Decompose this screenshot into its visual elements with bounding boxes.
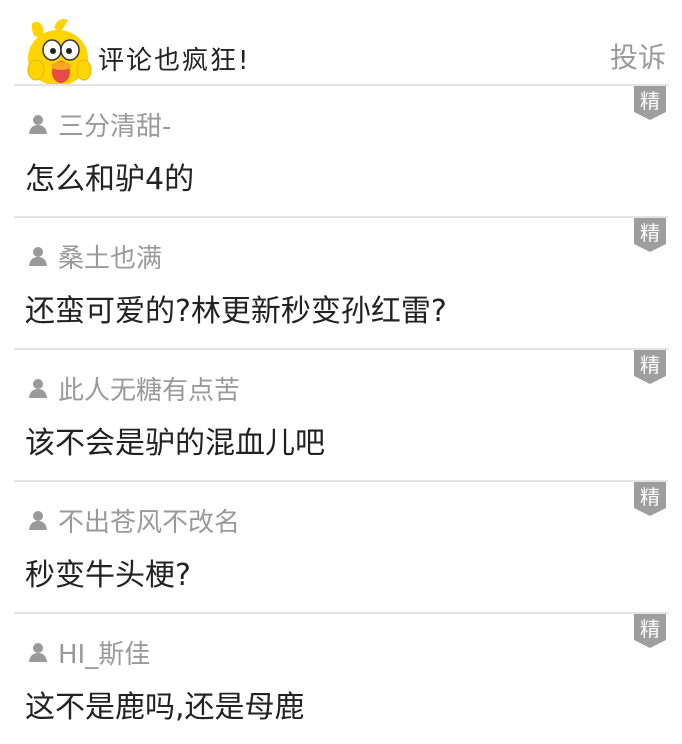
list-item: 精 此人无糖有点苦 该不会是驴的混血儿吧 xyxy=(14,348,668,480)
user-icon xyxy=(29,643,47,662)
svg-text:精: 精 xyxy=(640,221,660,245)
username[interactable]: 桑土也满 xyxy=(58,238,162,275)
username[interactable]: 不出苍风不改名 xyxy=(58,502,240,539)
list-item: 精 HI_斯佳 这不是鹿吗,还是母鹿 xyxy=(14,612,668,744)
comment-text: 秒变牛头梗? xyxy=(25,558,191,593)
featured-badge-icon: 精 xyxy=(634,86,666,120)
featured-badge-icon: 精 xyxy=(634,482,666,516)
user-icon xyxy=(29,247,47,266)
svg-text:精: 精 xyxy=(640,89,660,113)
page-title: 评论也疯狂! xyxy=(98,46,251,76)
comment-text: 该不会是驴的混血儿吧 xyxy=(25,426,325,461)
username[interactable]: HI_斯佳 xyxy=(58,634,150,671)
yellow-duck-mascot-icon xyxy=(27,19,92,86)
user-icon xyxy=(29,511,47,530)
header: 评论也疯狂! 投诉 xyxy=(0,0,682,86)
username[interactable]: 三分清甜- xyxy=(58,106,171,143)
report-button[interactable]: 投诉 xyxy=(610,36,666,76)
featured-badge-icon: 精 xyxy=(634,614,666,648)
comment-text: 这不是鹿吗,还是母鹿 xyxy=(25,690,305,725)
svg-text:精: 精 xyxy=(640,617,660,641)
svg-text:精: 精 xyxy=(640,485,660,509)
list-item: 精 不出苍风不改名 秒变牛头梗? xyxy=(14,480,668,612)
user-icon xyxy=(29,379,47,398)
featured-badge-icon: 精 xyxy=(634,218,666,252)
comment-text: 还蛮可爱的?林更新秒变孙红雷? xyxy=(25,294,447,329)
list-item: 精 桑土也满 还蛮可爱的?林更新秒变孙红雷? xyxy=(14,216,668,348)
svg-text:精: 精 xyxy=(640,353,660,377)
featured-badge-icon: 精 xyxy=(634,350,666,384)
list-item: 精 三分清甜- 怎么和驴4的 xyxy=(14,84,668,216)
username[interactable]: 此人无糖有点苦 xyxy=(58,370,240,407)
comment-text: 怎么和驴4的 xyxy=(25,162,195,197)
user-icon xyxy=(29,115,47,134)
comment-list: 精 三分清甜- 怎么和驴4的 精 桑土也满 还蛮可爱的?林更新秒变孙红雷? 精 … xyxy=(0,84,682,744)
